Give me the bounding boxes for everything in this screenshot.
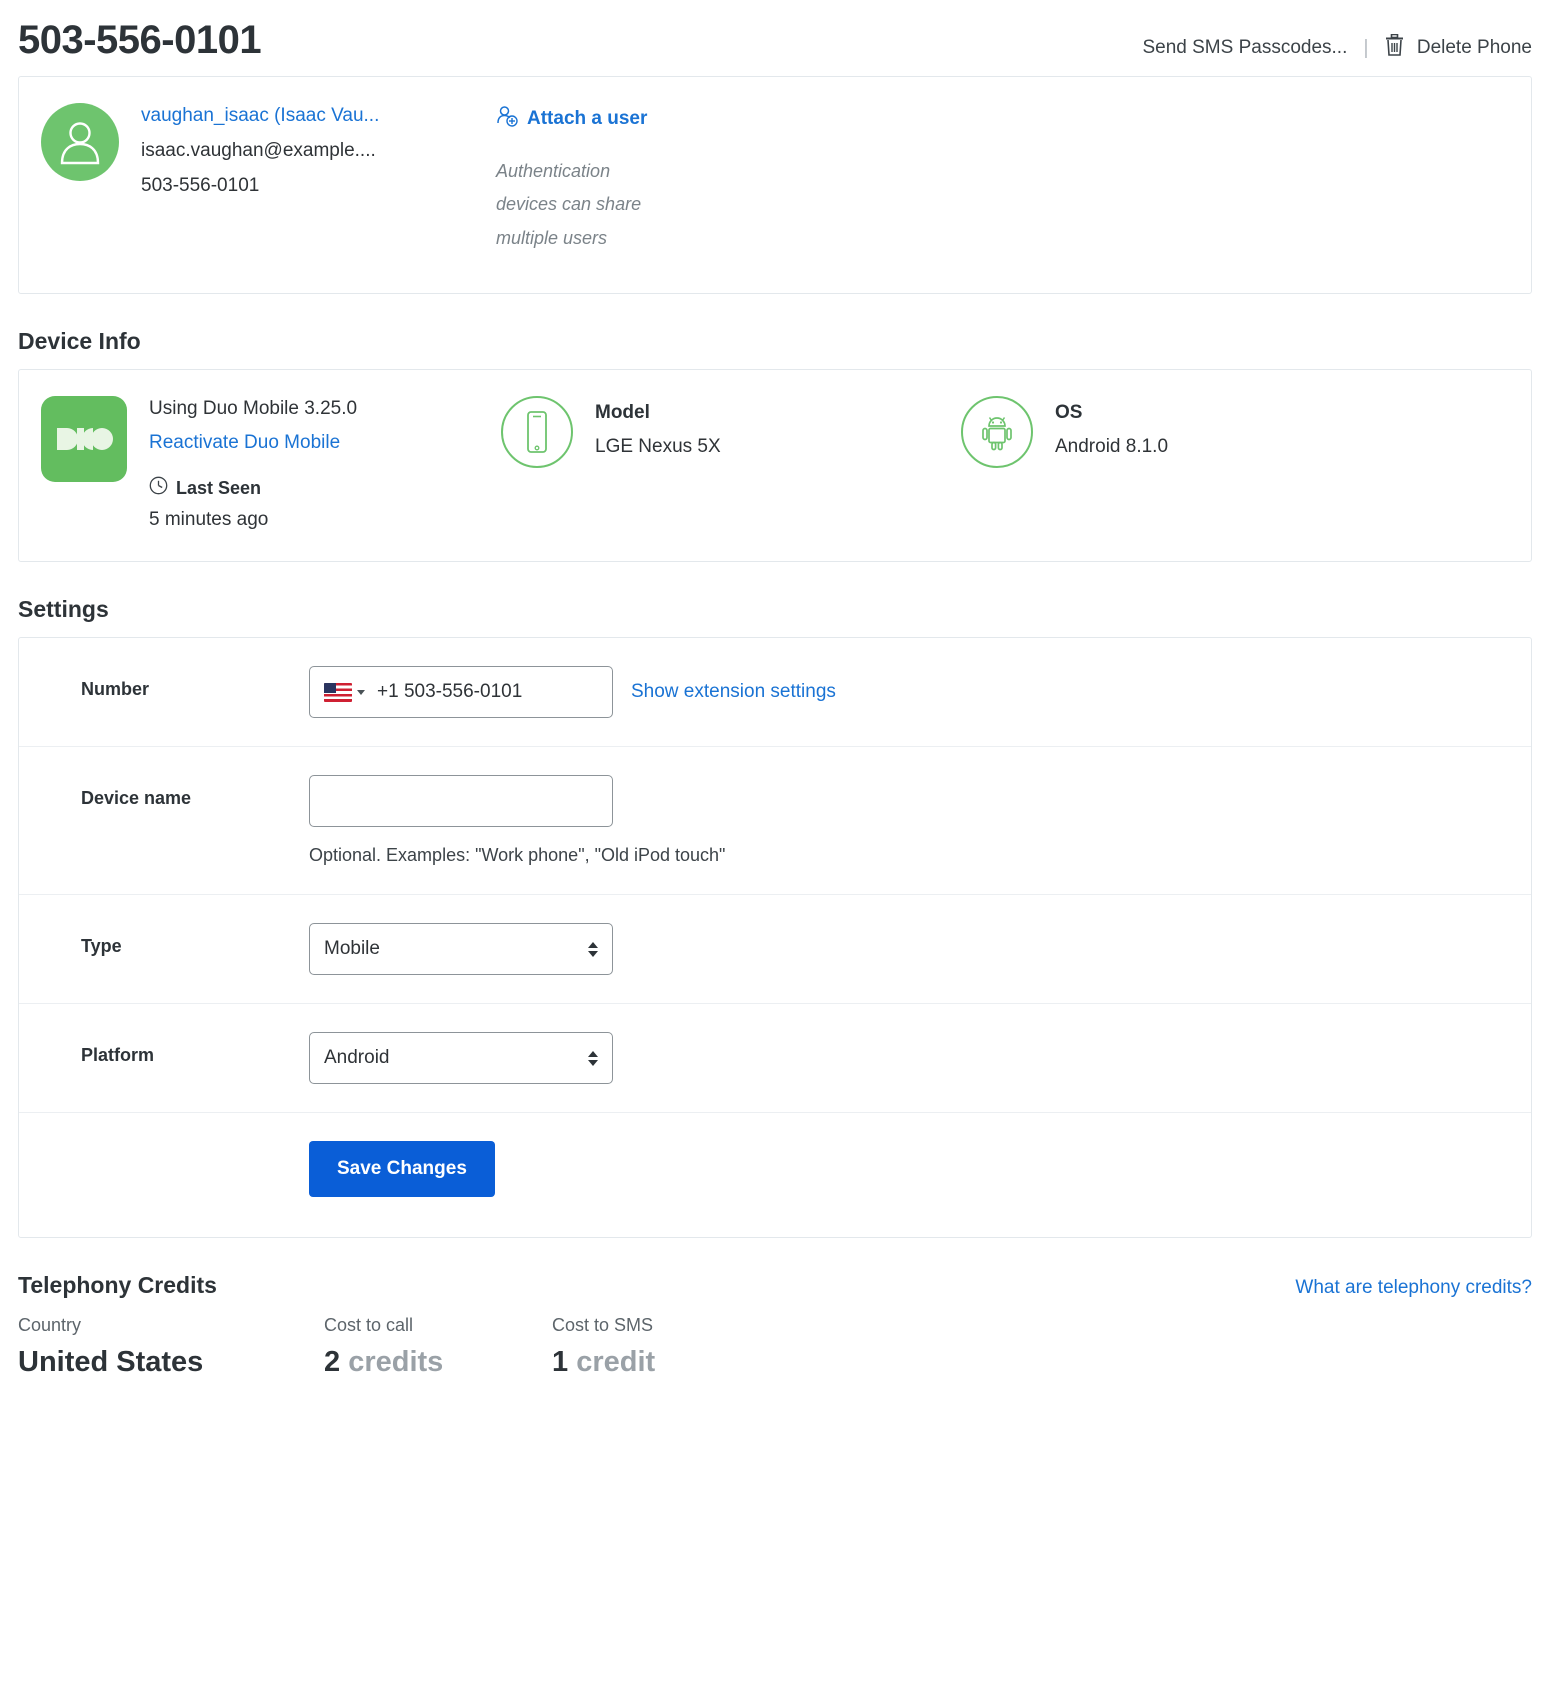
platform-field-group: Android xyxy=(309,1032,1531,1084)
type-label: Type xyxy=(19,923,309,957)
delete-phone-label: Delete Phone xyxy=(1417,37,1532,58)
duo-logo-icon xyxy=(41,396,127,482)
select-spinner-icon xyxy=(588,1051,598,1066)
user-phone: 503-556-0101 xyxy=(141,175,379,197)
user-details: vaughan_isaac (Isaac Vau... isaac.vaugha… xyxy=(141,101,379,263)
cost-to-call-column: Cost to call 2 credits xyxy=(324,1315,504,1379)
header-divider: | xyxy=(1363,37,1368,60)
device-info-panel: Using Duo Mobile 3.25.0 Reactivate Duo M… xyxy=(18,369,1532,562)
type-row: Type Mobile xyxy=(19,895,1531,1004)
duo-mobile-block: Using Duo Mobile 3.25.0 Reactivate Duo M… xyxy=(41,396,501,531)
device-os-kv: OS Android 8.1.0 xyxy=(1055,396,1168,458)
platform-row: Platform Android xyxy=(19,1004,1531,1113)
page-header: 503-556-0101 Send SMS Passcodes... | Del… xyxy=(18,0,1532,76)
last-seen-label: Last Seen xyxy=(176,478,261,499)
telephony-credits-heading: Telephony Credits xyxy=(18,1272,217,1299)
telephony-credits-header: Telephony Credits What are telephony cre… xyxy=(18,1272,1532,1299)
model-label: Model xyxy=(595,396,721,424)
android-icon xyxy=(961,396,1033,468)
platform-label: Platform xyxy=(19,1032,309,1066)
attach-user-label: Attach a user xyxy=(527,108,647,130)
cost-to-call-column-header: Cost to call xyxy=(324,1315,504,1336)
settings-panel: Number +1 503-556-0101 Show extension se… xyxy=(18,637,1532,1238)
device-name-hint: Optional. Examples: "Work phone", "Old i… xyxy=(309,845,1531,866)
telephony-credits-table: Country United States Cost to call 2 cre… xyxy=(18,1315,1532,1379)
save-field-group: Save Changes xyxy=(309,1141,1531,1197)
os-value: Android 8.1.0 xyxy=(1055,436,1168,458)
attach-user-icon xyxy=(496,105,518,133)
type-selected-value: Mobile xyxy=(324,938,380,960)
attach-user-note: Authentication devices can share multipl… xyxy=(496,155,676,255)
country-column: Country United States xyxy=(18,1315,276,1379)
device-name-row: Device name Optional. Examples: "Work ph… xyxy=(19,747,1531,895)
attach-user-block: Attach a user Authentication devices can… xyxy=(496,101,726,263)
show-extension-settings-link[interactable]: Show extension settings xyxy=(631,681,836,703)
trash-icon xyxy=(1385,34,1404,62)
last-seen-value: 5 minutes ago xyxy=(149,509,357,531)
type-field-group: Mobile xyxy=(309,923,1531,975)
duo-mobile-details: Using Duo Mobile 3.25.0 Reactivate Duo M… xyxy=(149,396,357,531)
cost-to-call-value: 2 credits xyxy=(324,1346,504,1379)
save-row: Save Changes xyxy=(19,1113,1531,1237)
attach-user-button[interactable]: Attach a user xyxy=(496,105,726,133)
phone-number-input[interactable]: +1 503-556-0101 xyxy=(309,666,613,718)
us-flag-icon xyxy=(324,683,352,702)
os-label: OS xyxy=(1055,396,1168,424)
device-name-input[interactable] xyxy=(309,775,613,827)
user-email: isaac.vaughan@example.... xyxy=(141,140,379,162)
last-seen-label-row: Last Seen xyxy=(149,476,357,500)
number-label: Number xyxy=(19,666,309,700)
chevron-down-icon[interactable] xyxy=(357,690,365,695)
username-link[interactable]: vaughan_isaac (Isaac Vau... xyxy=(141,105,379,127)
save-row-spacer xyxy=(19,1141,309,1154)
cost-to-sms-unit: credit xyxy=(576,1346,655,1378)
header-actions: Send SMS Passcodes... | Delete Phone xyxy=(1142,18,1532,62)
cost-to-sms-amount: 1 xyxy=(552,1346,568,1378)
device-name-label: Device name xyxy=(19,775,309,809)
cost-to-sms-value: 1 credit xyxy=(552,1346,732,1379)
country-value: United States xyxy=(18,1346,276,1379)
cost-to-call-amount: 2 xyxy=(324,1346,340,1378)
phone-number-value: +1 503-556-0101 xyxy=(377,681,522,703)
save-changes-button[interactable]: Save Changes xyxy=(309,1141,495,1197)
user-card-panel: vaughan_isaac (Isaac Vau... isaac.vaugha… xyxy=(18,76,1532,294)
device-model-kv: Model LGE Nexus 5X xyxy=(595,396,721,458)
reactivate-duo-mobile-link[interactable]: Reactivate Duo Mobile xyxy=(149,432,357,454)
what-are-telephony-credits-link[interactable]: What are telephony credits? xyxy=(1295,1277,1532,1299)
cost-to-sms-column: Cost to SMS 1 credit xyxy=(552,1315,732,1379)
attached-user: vaughan_isaac (Isaac Vau... isaac.vaugha… xyxy=(41,101,496,263)
number-field-group: +1 503-556-0101 Show extension settings xyxy=(309,666,1531,718)
send-sms-passcodes-button[interactable]: Send SMS Passcodes... xyxy=(1142,37,1347,59)
model-value: LGE Nexus 5X xyxy=(595,436,721,458)
platform-selected-value: Android xyxy=(324,1047,390,1069)
cost-to-call-unit: credits xyxy=(348,1346,443,1378)
device-model-block: Model LGE Nexus 5X xyxy=(501,396,961,531)
settings-heading: Settings xyxy=(18,596,1532,623)
user-avatar-icon xyxy=(41,103,119,181)
type-select[interactable]: Mobile xyxy=(309,923,613,975)
device-name-field-group: Optional. Examples: "Work phone", "Old i… xyxy=(309,775,1531,866)
device-info-heading: Device Info xyxy=(18,328,1532,355)
duo-version-text: Using Duo Mobile 3.25.0 xyxy=(149,398,357,420)
number-row: Number +1 503-556-0101 Show extension se… xyxy=(19,638,1531,747)
smartphone-icon xyxy=(501,396,573,468)
country-column-header: Country xyxy=(18,1315,276,1336)
page-title: 503-556-0101 xyxy=(18,18,261,62)
select-spinner-icon xyxy=(588,942,598,957)
clock-icon xyxy=(149,476,168,500)
device-details-page: 503-556-0101 Send SMS Passcodes... | Del… xyxy=(0,0,1550,1379)
device-os-block: OS Android 8.1.0 xyxy=(961,396,1421,531)
delete-phone-button[interactable]: Delete Phone xyxy=(1385,34,1532,62)
platform-select[interactable]: Android xyxy=(309,1032,613,1084)
cost-to-sms-column-header: Cost to SMS xyxy=(552,1315,732,1336)
